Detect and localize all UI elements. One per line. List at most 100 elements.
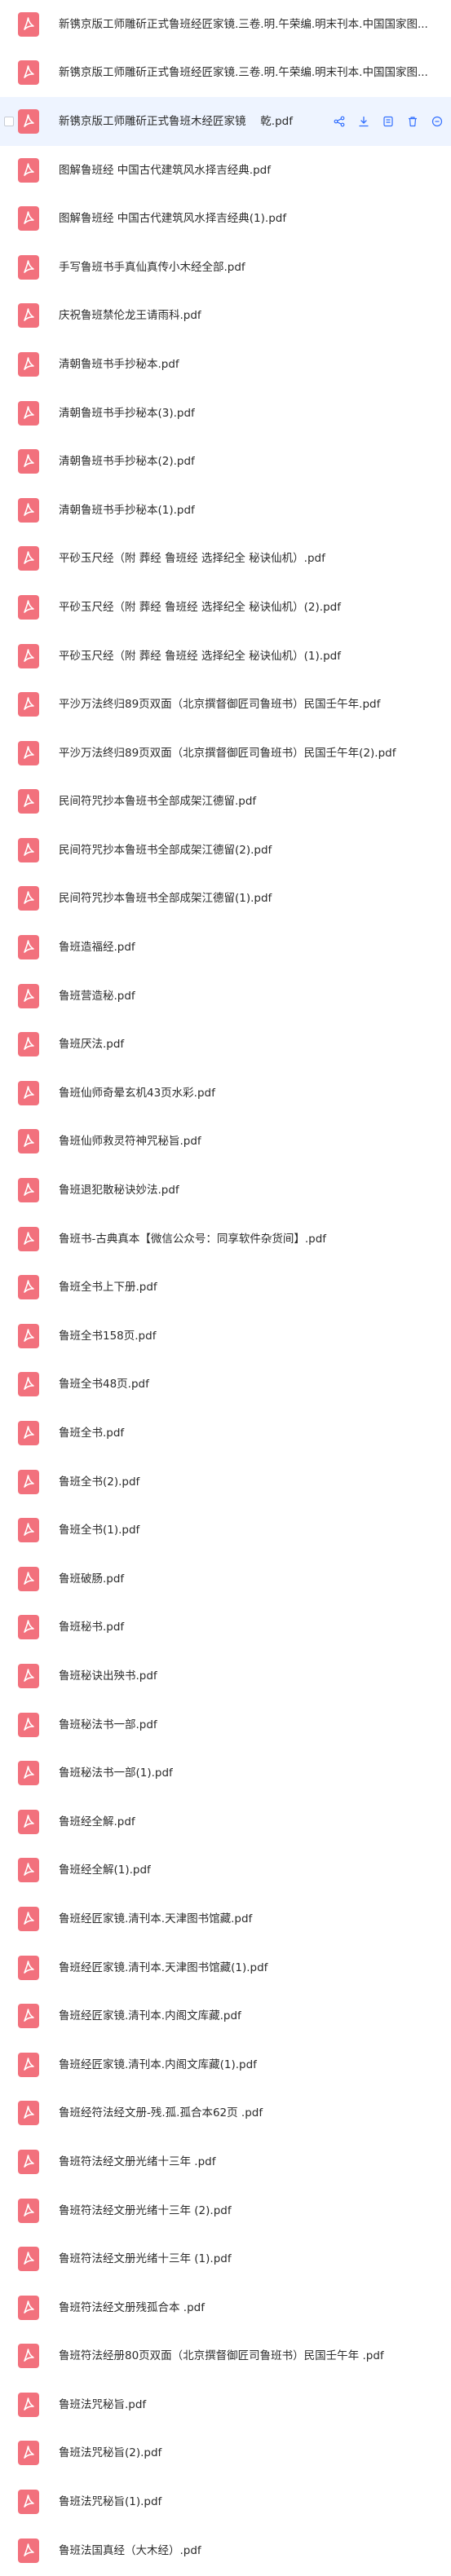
file-row[interactable]: 鲁班秘书.pdf [0, 1603, 451, 1652]
file-row[interactable]: 鲁班仙师奇晕玄机43页水彩.pdf [0, 1069, 451, 1118]
file-name[interactable]: 平沙万法终归89页双面（北京撰督御匠司鲁班书）民国壬午年.pdf [59, 697, 443, 712]
file-name[interactable]: 鲁班秘诀出殃书.pdf [59, 1669, 443, 1683]
file-name[interactable]: 鲁班经匠家镜.清刊本.天津图书馆藏.pdf [59, 1912, 443, 1926]
file-name[interactable]: 鲁班仙师奇晕玄机43页水彩.pdf [59, 1086, 443, 1101]
file-row[interactable]: 新镌京版工师雕斫正式鲁班经匠家镜.三卷.明.午荣编.明末刊本.中国国家图... [0, 49, 451, 98]
file-row[interactable]: 鲁班仙师救灵符神咒秘旨.pdf [0, 1118, 451, 1167]
file-name[interactable]: 鲁班经符法经文册-残.孤.孤合本62页 .pdf [59, 2106, 443, 2120]
file-name[interactable]: 鲁班全书.pdf [59, 1426, 443, 1440]
file-row[interactable]: 鲁班经全解(1).pdf [0, 1846, 451, 1895]
file-name[interactable]: 鲁班法咒秘旨.pdf [59, 2397, 443, 2412]
file-row[interactable]: 鲁班符法经文册光绪十三年 (1).pdf [0, 2234, 451, 2283]
file-row[interactable]: 图解鲁班经 中国古代建筑风水择吉经典(1).pdf [0, 194, 451, 243]
file-row[interactable]: 鲁班全书(1).pdf [0, 1506, 451, 1555]
file-row[interactable]: 鲁班符法经文册残孤合本 .pdf [0, 2283, 451, 2332]
file-name[interactable]: 新镌京版工师雕斫正式鲁班经匠家镜.三卷.明.午荣编.明末刊本.中国国家图... [59, 17, 443, 32]
file-row[interactable]: 鲁班法咒秘旨.pdf [0, 2380, 451, 2429]
file-name[interactable]: 清朝鲁班书手抄秘本(2).pdf [59, 454, 443, 469]
copy-icon[interactable] [379, 112, 397, 130]
file-row[interactable]: 鲁班经符法经文册-残.孤.孤合本62页 .pdf [0, 2089, 451, 2138]
file-name[interactable]: 平砂玉尺经（附 葬经 鲁班经 选择纪全 秘诀仙机）(2).pdf [59, 600, 443, 615]
download-icon[interactable] [355, 112, 373, 130]
file-row[interactable]: 清朝鲁班书手抄秘本(1).pdf [0, 486, 451, 535]
file-row[interactable]: 鲁班秘法书一部(1).pdf [0, 1749, 451, 1797]
file-row[interactable]: 鲁班营造秘.pdf [0, 972, 451, 1021]
file-name[interactable]: 庆祝鲁班禁伦龙王请雨科.pdf [59, 308, 443, 323]
file-row[interactable]: 鲁班法国真经（大木经）.pdf [0, 2526, 451, 2575]
file-row[interactable]: 清朝鲁班书手抄秘本(2).pdf [0, 437, 451, 486]
file-row[interactable]: 鲁班全书158页.pdf [0, 1312, 451, 1361]
file-name[interactable]: 民间符咒抄本鲁班书全部成架江德留.pdf [59, 794, 443, 809]
file-name[interactable]: 清朝鲁班书手抄秘本(1).pdf [59, 503, 443, 518]
file-name[interactable]: 图解鲁班经 中国古代建筑风水择吉经典.pdf [59, 163, 443, 178]
file-row[interactable]: 鲁班秘诀出殃书.pdf [0, 1652, 451, 1700]
file-row[interactable]: 民间符咒抄本鲁班书全部成架江德留.pdf [0, 778, 451, 827]
file-name[interactable]: 鲁班符法经册80页双面（北京撰督御匠司鲁班书）民国壬午年 .pdf [59, 2349, 443, 2363]
file-row[interactable]: 鲁班经匠家镜.清刊本.内阁文库藏.pdf [0, 1992, 451, 2040]
file-name[interactable]: 鲁班经全解(1).pdf [59, 1863, 443, 1877]
file-name[interactable]: 鲁班符法经文册残孤合本 .pdf [59, 2300, 443, 2315]
file-row[interactable]: 鲁班破肠.pdf [0, 1555, 451, 1603]
file-row[interactable]: 鲁班经全解.pdf [0, 1797, 451, 1846]
file-row[interactable]: 鲁班符法经文册光绪十三年 .pdf [0, 2137, 451, 2186]
file-row[interactable]: 平沙万法终归89页双面（北京撰督御匠司鲁班书）民国壬午年(2).pdf [0, 729, 451, 778]
file-name[interactable]: 鲁班法咒秘旨(1).pdf [59, 2494, 443, 2509]
file-row[interactable]: 鲁班全书.pdf [0, 1409, 451, 1458]
file-row[interactable]: 清朝鲁班书手抄秘本.pdf [0, 340, 451, 389]
file-row[interactable]: 平沙万法终归89页双面（北京撰督御匠司鲁班书）民国壬午年.pdf [0, 680, 451, 729]
file-row[interactable]: 鲁班全书48页.pdf [0, 1361, 451, 1409]
file-name[interactable]: 鲁班营造秘.pdf [59, 989, 443, 1003]
file-name[interactable]: 鲁班秘书.pdf [59, 1620, 443, 1634]
file-name[interactable]: 图解鲁班经 中国古代建筑风水择吉经典(1).pdf [59, 211, 443, 226]
file-name[interactable]: 平沙万法终归89页双面（北京撰督御匠司鲁班书）民国壬午年(2).pdf [59, 746, 443, 761]
file-name[interactable]: 鲁班经全解.pdf [59, 1815, 443, 1829]
file-row[interactable]: 鲁班法咒秘旨(2).pdf [0, 2429, 451, 2478]
file-row[interactable]: 鲁班经匠家镜.清刊本.天津图书馆藏(1).pdf [0, 1943, 451, 1992]
row-checkbox[interactable] [4, 116, 14, 126]
file-row[interactable]: 庆祝鲁班禁伦龙王请雨科.pdf [0, 292, 451, 341]
file-name[interactable]: 鲁班符法经文册光绪十三年 (1).pdf [59, 2252, 443, 2266]
file-row[interactable]: 鲁班厌法.pdf [0, 1020, 451, 1069]
file-row[interactable]: 鲁班经匠家镜.清刊本.天津图书馆藏.pdf [0, 1895, 451, 1943]
file-row[interactable]: 民间符咒抄本鲁班书全部成架江德留(2).pdf [0, 826, 451, 875]
file-row[interactable]: 平砂玉尺经（附 葬经 鲁班经 选择纪全 秘诀仙机）.pdf [0, 535, 451, 584]
file-row[interactable]: 鲁班经匠家镜.清刊本.内阁文库藏(1).pdf [0, 2040, 451, 2089]
file-row[interactable]: 鲁班秘法书一部.pdf [0, 1700, 451, 1749]
file-name[interactable]: 鲁班符法经文册光绪十三年 (2).pdf [59, 2203, 443, 2218]
file-name[interactable]: 平砂玉尺经（附 葬经 鲁班经 选择纪全 秘诀仙机）(1).pdf [59, 649, 443, 664]
file-name[interactable]: 民间符咒抄本鲁班书全部成架江德留(1).pdf [59, 891, 443, 906]
file-row[interactable]: 鲁班书-古典真本【微信公众号：同享软件杂货间】.pdf [0, 1215, 451, 1264]
file-name[interactable]: 鲁班经匠家镜.清刊本.内阁文库藏.pdf [59, 2009, 443, 2023]
file-name[interactable]: 新镌京版工师雕斫正式鲁班木经匠家镜 乾.pdf [59, 114, 296, 129]
file-row[interactable]: 图解鲁班经 中国古代建筑风水择吉经典.pdf [0, 146, 451, 195]
file-name[interactable]: 手写鲁班书手真仙真传小木经全部.pdf [59, 260, 443, 275]
file-name[interactable]: 鲁班全书(2).pdf [59, 1475, 443, 1489]
file-name[interactable]: 鲁班符法经文册光绪十三年 .pdf [59, 2155, 443, 2169]
file-row[interactable]: 鲁班符法经文册光绪十三年 (2).pdf [0, 2186, 451, 2235]
file-name[interactable]: 鲁班全书48页.pdf [59, 1377, 443, 1392]
file-name[interactable]: 鲁班秘法书一部(1).pdf [59, 1766, 443, 1780]
file-name[interactable]: 平砂玉尺经（附 葬经 鲁班经 选择纪全 秘诀仙机）.pdf [59, 551, 443, 566]
file-name[interactable]: 鲁班全书158页.pdf [59, 1329, 443, 1343]
file-name[interactable]: 清朝鲁班书手抄秘本.pdf [59, 357, 443, 372]
file-name[interactable]: 鲁班全书上下册.pdf [59, 1280, 443, 1295]
file-name[interactable]: 鲁班经匠家镜.清刊本.天津图书馆藏(1).pdf [59, 1961, 443, 1975]
file-row[interactable]: 新镌京版工师雕斫正式鲁班木经匠家镜 乾.pdf [0, 97, 451, 146]
file-row[interactable]: 鲁班全书上下册.pdf [0, 1263, 451, 1312]
file-name[interactable]: 清朝鲁班书手抄秘本(3).pdf [59, 406, 443, 421]
file-row[interactable]: 平砂玉尺经（附 葬经 鲁班经 选择纪全 秘诀仙机）(1).pdf [0, 632, 451, 681]
file-name[interactable]: 鲁班经匠家镜.清刊本.内阁文库藏(1).pdf [59, 2058, 443, 2072]
file-name[interactable]: 鲁班秘法书一部.pdf [59, 1718, 443, 1732]
file-row[interactable]: 鲁班退犯散秘诀妙法.pdf [0, 1166, 451, 1215]
file-name[interactable]: 民间符咒抄本鲁班书全部成架江德留(2).pdf [59, 843, 443, 858]
file-name[interactable]: 鲁班厌法.pdf [59, 1037, 443, 1052]
file-name[interactable]: 鲁班仙师救灵符神咒秘旨.pdf [59, 1134, 443, 1149]
file-name[interactable]: 鲁班书-古典真本【微信公众号：同享软件杂货间】.pdf [59, 1232, 443, 1246]
file-name[interactable]: 鲁班破肠.pdf [59, 1572, 443, 1586]
file-row[interactable]: 平砂玉尺经（附 葬经 鲁班经 选择纪全 秘诀仙机）(2).pdf [0, 583, 451, 632]
file-row[interactable]: 新镌京版工师雕斫正式鲁班经匠家镜.三卷.明.午荣编.明末刊本.中国国家图... [0, 0, 451, 49]
file-name[interactable]: 鲁班退犯散秘诀妙法.pdf [59, 1183, 443, 1198]
file-row[interactable]: 手写鲁班书手真仙真传小木经全部.pdf [0, 243, 451, 292]
file-name[interactable]: 鲁班造福经.pdf [59, 940, 443, 955]
file-name[interactable]: 鲁班法咒秘旨(2).pdf [59, 2446, 443, 2460]
